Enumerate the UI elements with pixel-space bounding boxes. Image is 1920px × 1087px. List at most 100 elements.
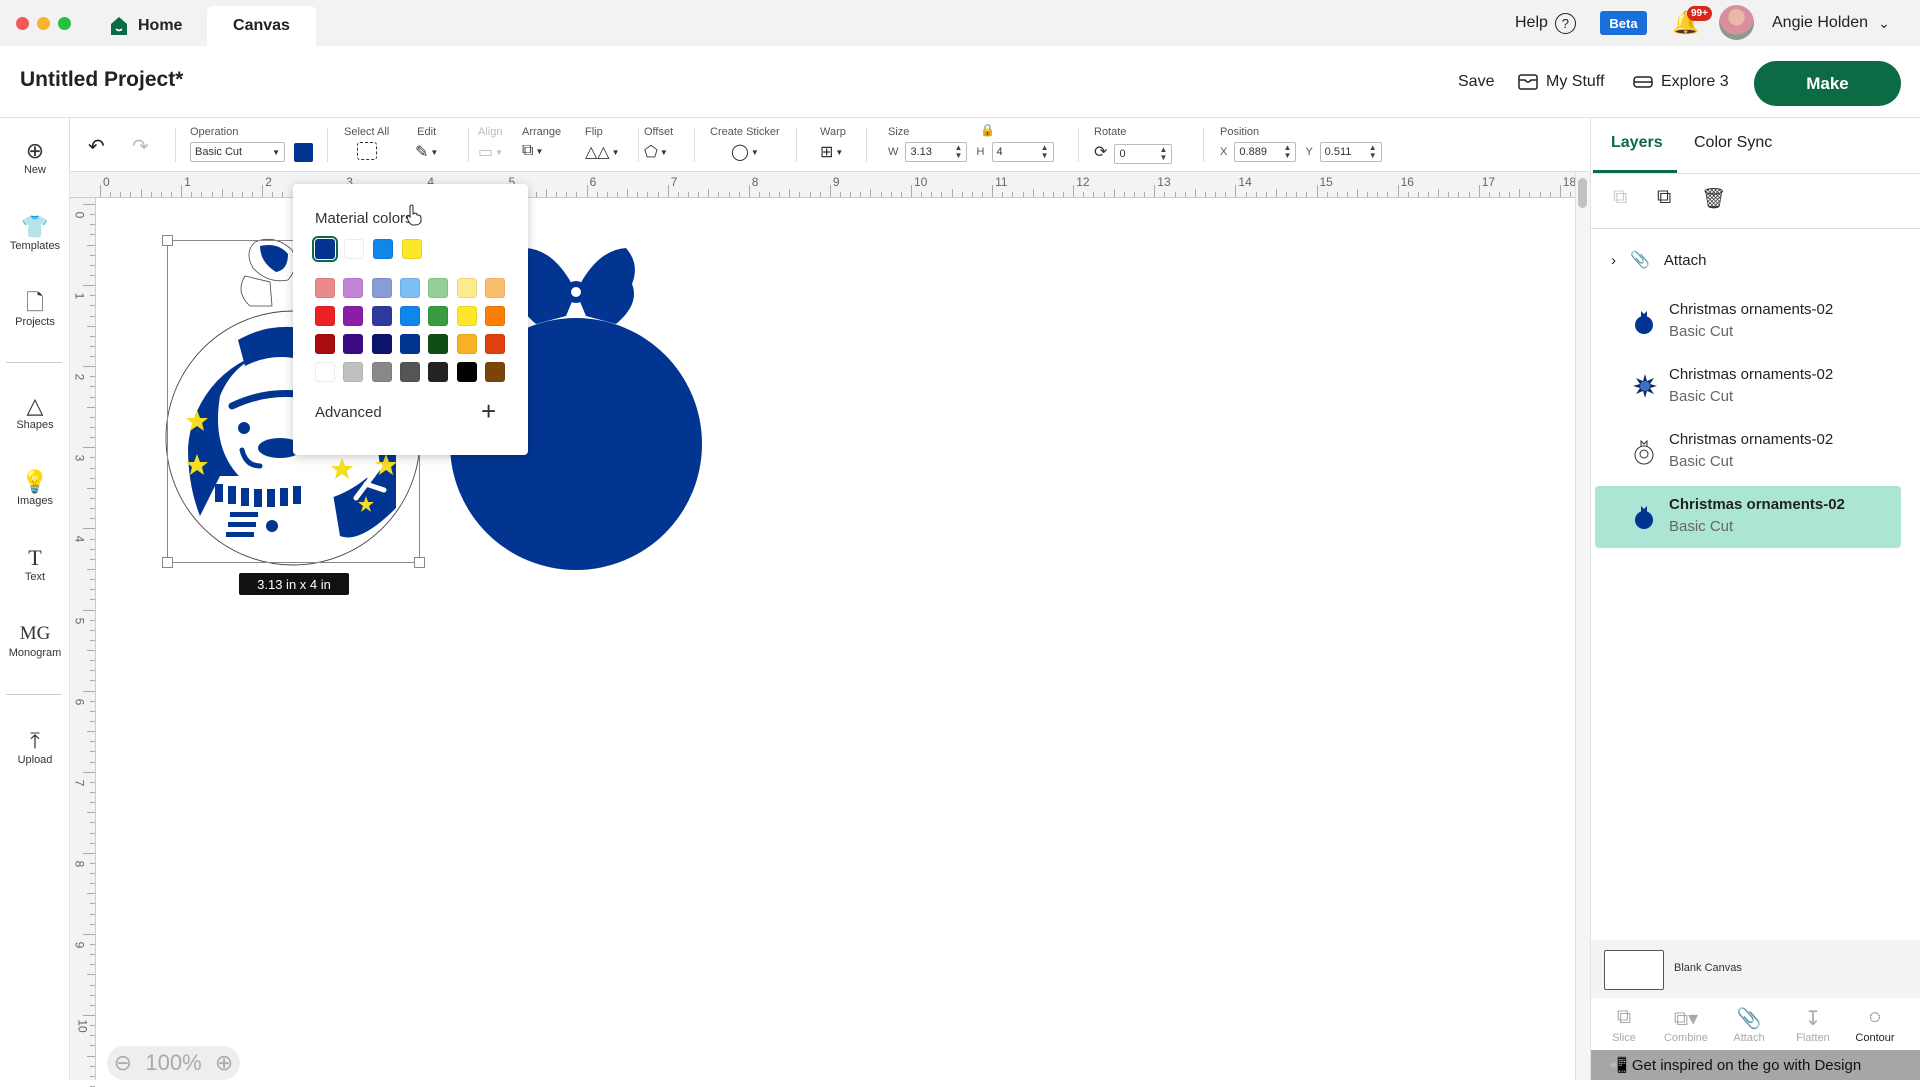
- x-position-input[interactable]: 0.889 ▲ ▼: [1234, 142, 1297, 162]
- user-avatar[interactable]: [1719, 5, 1754, 40]
- tab-color-sync[interactable]: Color Sync: [1694, 134, 1772, 152]
- stepper-icon[interactable]: ▲ ▼: [1041, 144, 1049, 160]
- scrollbar-thumb[interactable]: [1578, 178, 1587, 208]
- palette-color-swatch[interactable]: [428, 278, 449, 298]
- material-color-swatch[interactable]: [312, 236, 338, 262]
- sidebar-item-upload[interactable]: ⤒ Upload: [0, 728, 70, 766]
- flatten-button[interactable]: ↧ Flatten: [1783, 1006, 1843, 1044]
- palette-color-swatch[interactable]: [371, 334, 392, 354]
- warp-group[interactable]: Warp ⊞ ▼: [820, 126, 846, 162]
- group-button[interactable]: ⧉: [1613, 186, 1627, 209]
- operation-color-swatch[interactable]: [294, 142, 314, 162]
- palette-color-swatch[interactable]: [399, 334, 420, 354]
- height-input[interactable]: 4 ▲ ▼: [991, 142, 1054, 162]
- resize-handle[interactable]: [162, 557, 173, 568]
- sidebar-item-monogram[interactable]: MG Monogram: [0, 621, 70, 659]
- slice-button[interactable]: ⧉ Slice: [1594, 1006, 1654, 1044]
- palette-color-swatch[interactable]: [315, 334, 335, 354]
- sidebar-item-templates[interactable]: 👕 Templates: [0, 214, 70, 252]
- palette-color-swatch[interactable]: [428, 334, 449, 354]
- sidebar-item-images[interactable]: 💡 Images: [0, 469, 70, 507]
- beta-badge[interactable]: Beta: [1600, 11, 1647, 35]
- my-stuff-button[interactable]: My Stuff: [1518, 73, 1604, 91]
- attach-group-row[interactable]: › 📎 Attach: [1611, 250, 1706, 270]
- edit-group[interactable]: Edit ✎ ▼: [415, 126, 438, 162]
- advanced-expand-button[interactable]: +: [481, 396, 496, 427]
- promo-banner[interactable]: 📲 Get inspired on the go with Design: [1591, 1050, 1920, 1080]
- delete-button[interactable]: 🗑: [1701, 186, 1726, 211]
- flip-group[interactable]: Flip △△ ▼: [585, 126, 620, 162]
- tab-canvas[interactable]: Canvas: [207, 6, 316, 46]
- material-color-swatch[interactable]: [402, 239, 422, 259]
- create-sticker-group[interactable]: Create Sticker ◯ ▼: [710, 126, 780, 162]
- palette-color-swatch[interactable]: [484, 306, 505, 326]
- layer-row[interactable]: Christmas ornaments-02 Basic Cut: [1595, 291, 1901, 353]
- project-title[interactable]: Untitled Project*: [20, 68, 183, 92]
- stepper-icon[interactable]: ▲ ▼: [1283, 144, 1291, 160]
- tab-home[interactable]: Home: [110, 6, 182, 46]
- palette-color-swatch[interactable]: [456, 306, 477, 326]
- material-color-swatch[interactable]: [344, 239, 364, 259]
- stepper-icon[interactable]: ▲ ▼: [1160, 146, 1168, 162]
- width-input[interactable]: 3.13 ▲ ▼: [905, 142, 968, 162]
- palette-color-swatch[interactable]: [456, 334, 477, 354]
- resize-handle[interactable]: [414, 557, 425, 568]
- user-menu[interactable]: Angie Holden ⌄: [1772, 0, 1890, 46]
- make-button[interactable]: Make: [1754, 61, 1901, 106]
- minimize-window-button[interactable]: [37, 17, 50, 30]
- layer-row[interactable]: Christmas ornaments-02 Basic Cut: [1595, 421, 1901, 483]
- palette-color-swatch[interactable]: [371, 362, 392, 382]
- zoom-out-button[interactable]: ⊖: [114, 1050, 132, 1076]
- stepper-icon[interactable]: ▲ ▼: [1369, 144, 1377, 160]
- contour-button[interactable]: ◌ Contour: [1845, 1006, 1905, 1044]
- palette-color-swatch[interactable]: [484, 362, 505, 382]
- sidebar-item-new[interactable]: ⊕ New: [0, 138, 70, 176]
- palette-color-swatch[interactable]: [484, 334, 505, 354]
- palette-color-swatch[interactable]: [399, 362, 420, 382]
- chevron-right-icon[interactable]: ›: [1611, 252, 1616, 269]
- attach-button[interactable]: 📎 Attach: [1719, 1006, 1779, 1044]
- palette-color-swatch[interactable]: [315, 362, 335, 382]
- palette-color-swatch[interactable]: [371, 306, 392, 326]
- undo-button[interactable]: ↶: [88, 134, 105, 159]
- palette-color-swatch[interactable]: [343, 334, 364, 354]
- zoom-in-button[interactable]: ⊕: [215, 1050, 233, 1076]
- tab-layers[interactable]: Layers: [1611, 134, 1663, 152]
- select-all-group[interactable]: Select All: [344, 126, 389, 163]
- redo-button[interactable]: ↷: [132, 134, 149, 159]
- maximize-window-button[interactable]: [58, 17, 71, 30]
- sidebar-item-text[interactable]: T Text: [0, 545, 70, 583]
- y-position-input[interactable]: 0.511 ▲ ▼: [1319, 142, 1382, 162]
- resize-handle[interactable]: [162, 235, 173, 246]
- duplicate-button[interactable]: ⧉: [1657, 186, 1671, 209]
- palette-color-swatch[interactable]: [399, 278, 420, 298]
- palette-color-swatch[interactable]: [343, 278, 364, 298]
- rotate-input[interactable]: 0 ▲ ▼: [1114, 144, 1173, 164]
- help-button[interactable]: Help ?: [1515, 0, 1576, 46]
- palette-color-swatch[interactable]: [343, 306, 364, 326]
- sidebar-item-shapes[interactable]: △ Shapes: [0, 393, 70, 431]
- palette-color-swatch[interactable]: [371, 278, 392, 298]
- save-button[interactable]: Save: [1458, 73, 1494, 91]
- canvas-vertical-scrollbar[interactable]: [1575, 172, 1590, 1080]
- combine-button[interactable]: ⧉▾ Combine: [1656, 1006, 1716, 1044]
- offset-group[interactable]: Offset ⬠ ▼: [644, 126, 673, 162]
- arrange-group[interactable]: Arrange ⧉ ▼: [522, 126, 561, 160]
- blank-canvas-row[interactable]: Blank Canvas: [1591, 940, 1920, 998]
- material-color-swatch[interactable]: [373, 239, 393, 259]
- palette-color-swatch[interactable]: [315, 278, 335, 298]
- palette-color-swatch[interactable]: [456, 278, 477, 298]
- palette-color-swatch[interactable]: [484, 278, 505, 298]
- stepper-icon[interactable]: ▲ ▼: [955, 144, 963, 160]
- palette-color-swatch[interactable]: [315, 306, 335, 326]
- align-group[interactable]: Align ▭ ▼: [478, 126, 503, 162]
- layer-row[interactable]: Christmas ornaments-02 Basic Cut: [1595, 356, 1901, 418]
- lock-aspect-button[interactable]: 🔒: [980, 123, 995, 137]
- palette-color-swatch[interactable]: [456, 362, 477, 382]
- palette-color-swatch[interactable]: [399, 306, 420, 326]
- palette-color-swatch[interactable]: [428, 362, 449, 382]
- close-window-button[interactable]: [16, 17, 29, 30]
- palette-color-swatch[interactable]: [428, 306, 449, 326]
- advanced-colors-label[interactable]: Advanced: [315, 404, 382, 421]
- palette-color-swatch[interactable]: [343, 362, 364, 382]
